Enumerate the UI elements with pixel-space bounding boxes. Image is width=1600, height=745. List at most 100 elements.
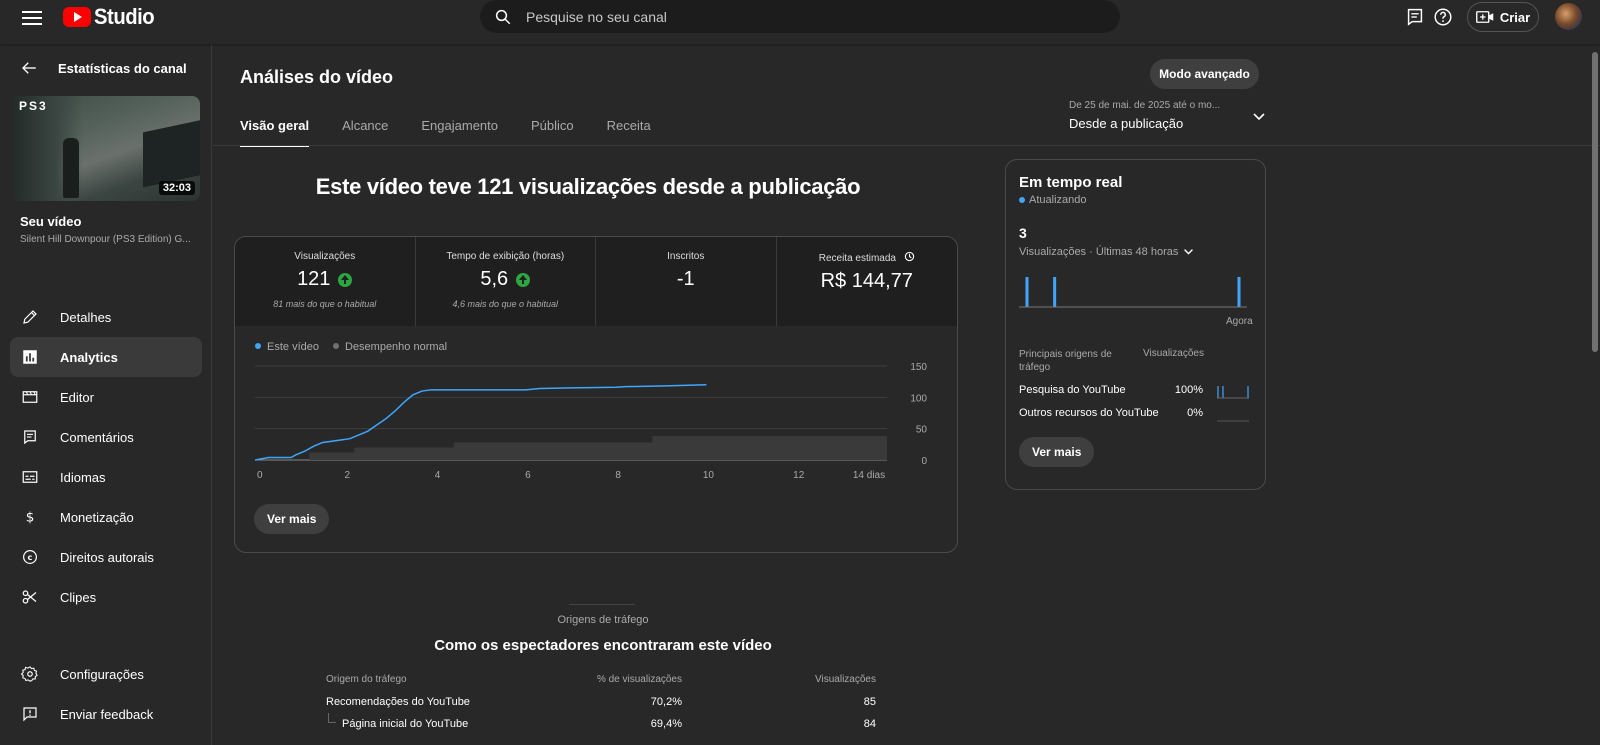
search-bar[interactable]: [480, 0, 1120, 33]
search-input[interactable]: [526, 8, 1086, 25]
sidebar-item-monetization[interactable]: $ Monetização: [10, 497, 202, 537]
sidebar-item-label: Comentários: [60, 429, 134, 445]
y-tick-label: 50: [916, 425, 928, 436]
overview-card: Visualizações 121 81 mais do que o habit…: [234, 236, 958, 553]
realtime-card: Em tempo real Atualizando 3 Visualizaçõe…: [1005, 159, 1266, 490]
messages-icon[interactable]: [1404, 6, 1426, 28]
source-sparkline: [1217, 420, 1249, 422]
tab-audience[interactable]: Público: [531, 118, 574, 146]
studio-logo[interactable]: Studio: [63, 4, 159, 29]
svg-text:c: c: [28, 552, 33, 562]
thumbnail-character: [63, 138, 79, 198]
tab-engagement[interactable]: Engajamento: [421, 118, 498, 146]
analytics-icon: [23, 350, 37, 364]
x-tick-label: 6: [525, 470, 531, 481]
sidebar-nav: Detalhes Analytics Editor Comentários Id…: [10, 297, 202, 617]
search-icon: [495, 9, 511, 24]
row-source: Recomendações do YouTube: [326, 696, 470, 708]
metric-views[interactable]: Visualizações 121 81 mais do que o habit…: [235, 237, 416, 326]
subtitles-icon: [22, 471, 38, 483]
tab-reach[interactable]: Alcance: [342, 118, 388, 146]
pencil-icon: [23, 310, 37, 324]
comments-icon: [24, 430, 36, 445]
x-tick-label: 12: [793, 470, 805, 481]
main-content: Análises do vídeo Modo avançado De 25 de…: [213, 44, 1600, 745]
row-views: 84: [863, 718, 876, 730]
traffic-title: Como os espectadores encontraram este ví…: [434, 637, 772, 654]
x-tick-label: 8: [615, 470, 621, 481]
x-tick-label: 14 dias: [853, 470, 885, 481]
avatar[interactable]: [1555, 3, 1582, 30]
sidebar-item-feedback[interactable]: Enviar feedback: [10, 694, 202, 734]
table-row[interactable]: Recomendações do YouTube 70,2% 85: [326, 696, 889, 718]
metric-label-row: Receita estimada: [777, 251, 958, 264]
tab-overview[interactable]: Visão geral: [240, 118, 310, 147]
realtime-source-row[interactable]: Pesquisa do YouTube 100%: [1019, 384, 1255, 400]
row-views: 85: [863, 696, 876, 708]
row-pct: 70,2%: [650, 696, 682, 708]
back-arrow-icon: [22, 62, 36, 74]
tabs-divider: [213, 145, 1600, 146]
chart-legend: Este vídeo Desempenho normal: [255, 341, 461, 353]
metric-subscribers[interactable]: Inscritos -1: [596, 237, 777, 326]
realtime-metric-selector[interactable]: Visualizações · Últimas 48 horas: [1019, 246, 1194, 258]
x-tick-label: 10: [703, 470, 715, 481]
sidebar-item-settings[interactable]: Configurações: [10, 654, 202, 694]
metric-watch-time[interactable]: Tempo de exibição (horas) 5,6 4,6 mais d…: [416, 237, 596, 326]
sidebar: Estatísticas do canal PS3 32:03 Seu víde…: [0, 44, 212, 745]
table-header: Origem do tráfego % de visualizações Vis…: [326, 674, 889, 696]
date-range-selector[interactable]: De 25 de mai. de 2025 até o mo... Desde …: [1069, 100, 1269, 131]
col-source[interactable]: Origem do tráfego: [326, 674, 407, 685]
legend-dot: [332, 343, 339, 349]
back-label: Estatísticas do canal: [58, 60, 187, 76]
realtime-sparkline: [1019, 277, 1247, 308]
col-pct[interactable]: % de visualizações: [576, 674, 682, 685]
sidebar-item-comments[interactable]: Comentários: [10, 417, 202, 457]
sidebar-item-label: Configurações: [60, 666, 144, 682]
source-pct: 100%: [1174, 384, 1203, 396]
metric-label: Receita estimada: [818, 253, 896, 264]
video-thumbnail[interactable]: PS3 32:03: [13, 96, 200, 201]
date-range-detail: De 25 de mai. de 2025 até o mo...: [1069, 100, 1221, 111]
sidebar-item-label: Editor: [60, 389, 94, 405]
sidebar-item-analytics[interactable]: Analytics: [10, 337, 202, 377]
back-to-channel[interactable]: Estatísticas do canal: [20, 59, 187, 77]
gear-icon: [21, 666, 38, 682]
realtime-col-source: Principais origens de tráfego: [1019, 349, 1112, 373]
metrics-row: Visualizações 121 81 mais do que o habit…: [235, 237, 957, 326]
chevron-down-icon: [1184, 249, 1194, 255]
create-label: Criar: [1499, 9, 1531, 25]
legend-label: Desempenho normal: [344, 341, 448, 353]
scrollbar[interactable]: [1591, 46, 1600, 745]
help-icon[interactable]: [1432, 6, 1454, 28]
metric-revenue[interactable]: Receita estimada R$ 144,77: [777, 237, 958, 326]
realtime-source-row[interactable]: Outros recursos do YouTube 0%: [1019, 407, 1255, 423]
menu-icon[interactable]: [22, 8, 42, 25]
realtime-status: Atualizando: [1019, 194, 1087, 206]
advanced-mode-button[interactable]: Modo avançado: [1150, 59, 1259, 89]
metric-label: Tempo de exibição (horas): [446, 251, 565, 262]
sidebar-item-languages[interactable]: Idiomas: [10, 457, 202, 497]
see-more-button[interactable]: Ver mais: [254, 504, 330, 534]
sidebar-item-editor[interactable]: Editor: [10, 377, 202, 417]
realtime-see-more-button[interactable]: Ver mais: [1019, 437, 1095, 467]
row-pct: 69,4%: [650, 718, 682, 730]
tab-revenue[interactable]: Receita: [607, 118, 651, 146]
feedback-icon: [23, 707, 37, 722]
sidebar-item-clips[interactable]: Clipes: [10, 577, 202, 617]
sidebar-item-label: Enviar feedback: [60, 706, 154, 722]
tree-branch: [328, 713, 336, 723]
metric-label: Inscritos: [667, 251, 705, 262]
create-button[interactable]: Criar: [1467, 2, 1539, 32]
col-views[interactable]: Visualizações: [776, 674, 876, 685]
realtime-subtitle: Visualizações · Últimas 48 horas: [1019, 246, 1179, 258]
scrollbar-thumb[interactable]: [1592, 52, 1598, 352]
sidebar-item-label: Detalhes: [60, 309, 112, 325]
sidebar-item-label: Clipes: [60, 589, 97, 605]
table-row[interactable]: Página inicial do YouTube 69,4% 84: [326, 713, 889, 740]
dollar-icon: $: [26, 510, 35, 526]
sidebar-item-details[interactable]: Detalhes: [10, 297, 202, 337]
realtime-status-text: Atualizando: [1029, 194, 1087, 206]
svg-text:$: $: [26, 510, 35, 526]
sidebar-item-copyright[interactable]: c Direitos autorais: [10, 537, 202, 577]
